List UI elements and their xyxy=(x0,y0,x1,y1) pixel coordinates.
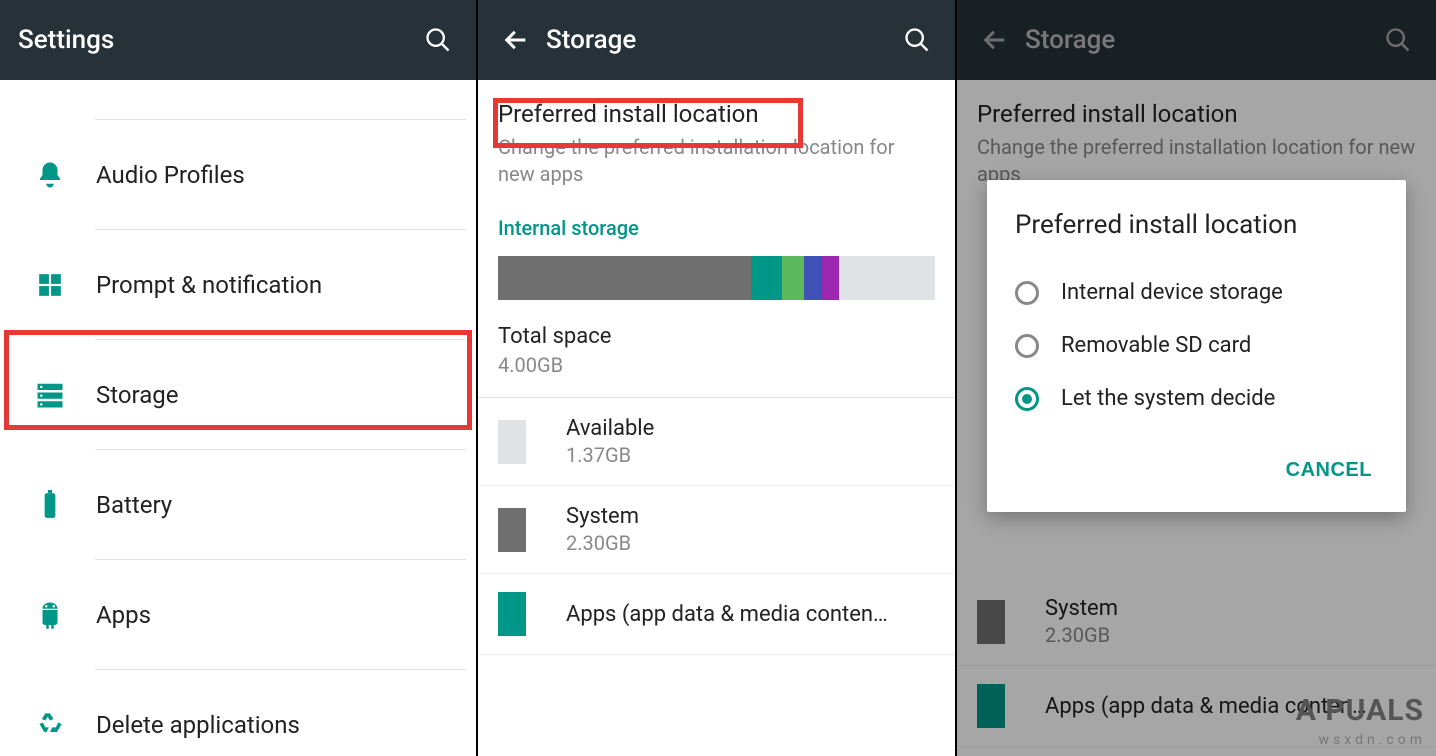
storage-usage-bar xyxy=(498,256,935,300)
radio-icon xyxy=(1015,387,1039,411)
storage-row-available[interactable]: Available 1.37GB xyxy=(478,398,955,486)
search-icon[interactable] xyxy=(418,26,458,54)
row-label: System xyxy=(566,504,639,529)
appbar-storage: Storage xyxy=(478,0,955,80)
settings-item-label: Storage xyxy=(96,381,178,409)
battery-icon xyxy=(20,490,80,520)
settings-item-label: Battery xyxy=(96,491,172,519)
pref-subtitle: Change the preferred installation locati… xyxy=(498,134,935,188)
bar-free xyxy=(839,256,935,300)
pref-title: Preferred install location xyxy=(498,100,935,128)
settings-item-delete-apps[interactable]: Delete applications xyxy=(0,670,476,756)
watermark-sub: wsxdn.com xyxy=(1319,732,1426,748)
option-label: Removable SD card xyxy=(1061,333,1251,358)
total-value: 4.00GB xyxy=(498,353,935,377)
row-value: 1.37GB xyxy=(566,443,654,467)
bar-other1 xyxy=(804,256,821,300)
appbar-title: Storage xyxy=(546,25,897,55)
panel-storage-dialog: Storage Preferred install location Chang… xyxy=(957,0,1436,756)
total-label: Total space xyxy=(498,324,935,349)
total-space: Total space 4.00GB xyxy=(478,324,955,398)
search-icon[interactable] xyxy=(897,26,937,54)
settings-item-storage[interactable]: Storage xyxy=(0,340,476,450)
settings-item-label: Delete applications xyxy=(96,711,300,739)
android-icon xyxy=(20,600,80,630)
option-sdcard[interactable]: Removable SD card xyxy=(1015,319,1378,372)
settings-item-prompt[interactable]: Prompt & notification xyxy=(0,230,476,340)
option-internal[interactable]: Internal device storage xyxy=(1015,266,1378,319)
settings-item-label: Prompt & notification xyxy=(96,271,322,299)
panel-settings: Settings Audio Profiles Prompt & notific… xyxy=(0,0,478,756)
radio-icon xyxy=(1015,334,1039,358)
swatch-available xyxy=(498,420,526,464)
internal-storage-heading: Internal storage xyxy=(478,198,955,250)
grid-icon xyxy=(20,272,80,298)
row-value: 2.30GB xyxy=(566,531,639,555)
settings-list: Audio Profiles Prompt & notification Sto… xyxy=(0,80,476,756)
storage-row-system[interactable]: System 2.30GB xyxy=(478,486,955,574)
preferred-install-location[interactable]: Preferred install location Change the pr… xyxy=(478,80,955,198)
dialog-title: Preferred install location xyxy=(1015,210,1378,240)
settings-item-audio[interactable]: Audio Profiles xyxy=(0,120,476,230)
panel-storage: Storage Preferred install location Chang… xyxy=(478,0,957,756)
storage-icon xyxy=(20,380,80,410)
swatch-apps xyxy=(498,592,526,636)
option-system-decide[interactable]: Let the system decide xyxy=(1015,372,1378,425)
appbar-title: Settings xyxy=(18,25,418,55)
row-label: Available xyxy=(566,416,654,441)
bell-icon xyxy=(20,160,80,190)
bar-media xyxy=(782,256,804,300)
row-label: Apps (app data & media conten… xyxy=(566,602,888,627)
settings-item-label: Audio Profiles xyxy=(96,161,245,189)
settings-item-label: Apps xyxy=(96,601,151,629)
swatch-system xyxy=(498,508,526,552)
watermark-brand: A PUALS xyxy=(1296,693,1424,728)
back-icon[interactable] xyxy=(496,26,536,54)
bar-system xyxy=(498,256,751,300)
option-label: Internal device storage xyxy=(1061,280,1283,305)
settings-item-apps[interactable]: Apps xyxy=(0,560,476,670)
option-label: Let the system decide xyxy=(1061,386,1275,411)
storage-row-apps[interactable]: Apps (app data & media conten… xyxy=(478,574,955,655)
radio-icon xyxy=(1015,281,1039,305)
bar-apps xyxy=(751,256,782,300)
recycle-icon xyxy=(20,711,80,739)
settings-item-battery[interactable]: Battery xyxy=(0,450,476,560)
bar-other2 xyxy=(821,256,838,300)
cancel-button[interactable]: CANCEL xyxy=(1280,449,1378,492)
preferred-install-dialog: Preferred install location Internal devi… xyxy=(987,180,1406,512)
appbar-settings: Settings xyxy=(0,0,476,80)
